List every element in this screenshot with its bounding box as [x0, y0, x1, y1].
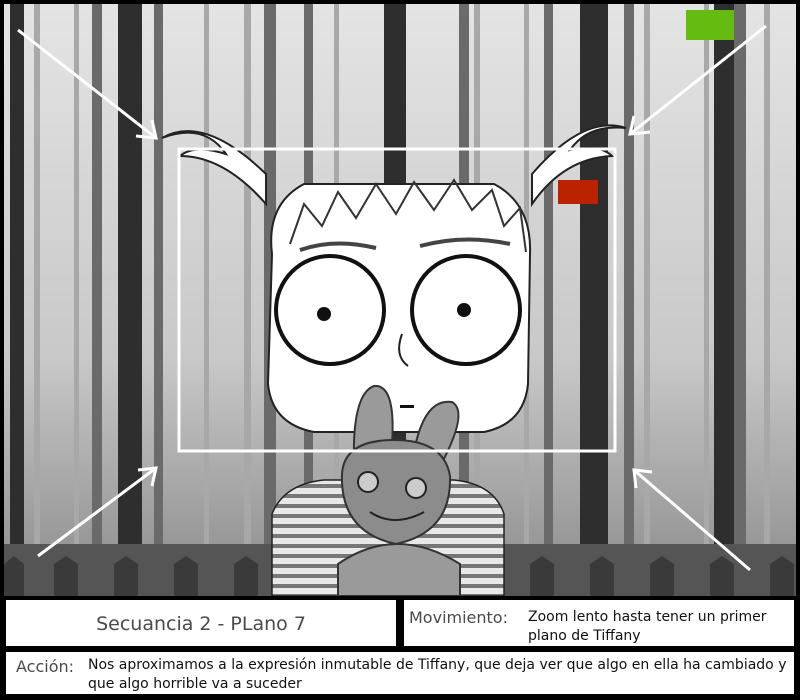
movement-label: Movimiento: — [409, 608, 508, 627]
red-marker — [558, 180, 598, 204]
sequence-box: Secuancia 2 - PLano 7 — [4, 598, 398, 648]
action-text: Nos aproximamos a la expresión inmutable… — [88, 657, 787, 692]
action-box: Acción: Nos aproximamos a la expresión i… — [4, 650, 796, 696]
green-marker — [686, 10, 734, 40]
movement-box: Movimiento: Zoom lento hasta tener un pr… — [402, 598, 796, 648]
action-label: Acción: — [16, 657, 75, 676]
movement-text: Zoom lento hasta tener un primer plano d… — [528, 609, 767, 644]
sequence-label: Secuancia 2 - PLano 7 — [96, 613, 306, 635]
storyboard-panel-image — [4, 4, 796, 596]
forest-scene — [4, 4, 796, 596]
storyboard-frame: Secuancia 2 - PLano 7 Movimiento: Zoom l… — [0, 0, 800, 700]
